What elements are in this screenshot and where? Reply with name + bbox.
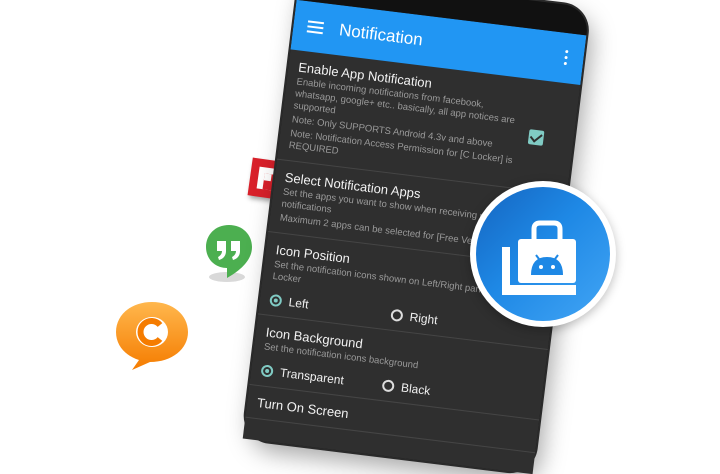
chaton-icon [116, 302, 188, 370]
radio-label: Transparent [279, 365, 345, 388]
radio-label: Left [287, 295, 310, 312]
radio-label: Black [400, 380, 432, 398]
android-bag-badge [470, 181, 616, 327]
page-title: Notification [338, 20, 424, 50]
radio-label: Right [408, 310, 439, 328]
enable-checkbox[interactable] [527, 129, 545, 146]
overflow-menu-icon[interactable] [563, 49, 569, 66]
radio-button[interactable] [260, 364, 274, 378]
radio-button[interactable] [381, 379, 395, 393]
android-bag-icon [502, 220, 576, 295]
radio-button[interactable] [390, 308, 404, 323]
hangouts-icon [206, 225, 252, 282]
hamburger-icon[interactable] [306, 20, 325, 35]
radio-button[interactable] [269, 293, 283, 308]
